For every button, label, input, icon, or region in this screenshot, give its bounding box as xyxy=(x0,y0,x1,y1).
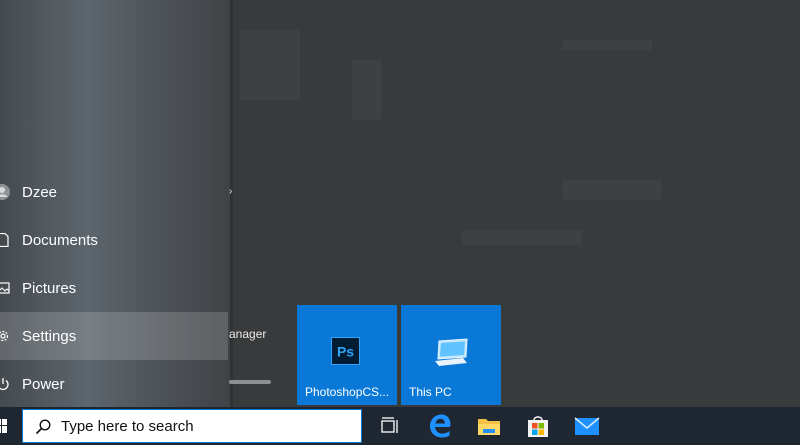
nav-item-documents[interactable]: Documents xyxy=(0,216,228,264)
user-avatar-icon xyxy=(0,184,10,200)
mail-icon[interactable] xyxy=(572,411,602,441)
tile-label: This PC xyxy=(409,385,452,399)
task-view-icon[interactable] xyxy=(375,411,405,441)
nav-item-settings[interactable]: Settings xyxy=(0,312,228,360)
document-icon xyxy=(0,233,9,247)
nav-item-power[interactable]: Power xyxy=(0,360,228,408)
nav-pane-divider xyxy=(230,0,233,407)
nav-item-pictures[interactable]: Pictures xyxy=(0,264,228,312)
photoshop-icon: Ps xyxy=(331,337,360,365)
start-navigation-pane: Dzee Documents Pictures Settings Power xyxy=(0,0,232,407)
file-explorer-icon[interactable] xyxy=(474,411,504,441)
store-icon[interactable] xyxy=(523,411,553,441)
tile-this-pc[interactable]: This PC xyxy=(401,305,501,405)
tile-photoshop[interactable]: Ps PhotoshopCS... xyxy=(297,305,397,405)
app-list-scrollbar[interactable] xyxy=(229,380,271,384)
search-box[interactable]: Type here to search xyxy=(22,409,362,443)
nav-item-label: Dzee xyxy=(22,183,58,201)
list-collapse-chevron-icon: › xyxy=(229,186,233,197)
nav-item-label: Power xyxy=(22,375,65,393)
taskbar: Type here to search xyxy=(0,407,800,445)
windows-start-icon[interactable] xyxy=(0,419,7,433)
search-icon xyxy=(35,419,51,435)
gear-icon xyxy=(0,330,9,342)
pictures-icon xyxy=(0,282,10,294)
nav-item-user[interactable]: Dzee xyxy=(0,168,228,216)
start-menu: Dzee Documents Pictures Settings Power ›… xyxy=(0,0,800,407)
power-icon xyxy=(0,378,9,391)
nav-item-label: Pictures xyxy=(22,279,77,297)
svg-text:Ps: Ps xyxy=(337,344,354,360)
edge-icon[interactable] xyxy=(425,411,455,441)
nav-item-label: Documents xyxy=(22,231,98,249)
computer-icon xyxy=(435,338,468,366)
search-placeholder: Type here to search xyxy=(61,418,194,435)
app-list-item-label[interactable]: anager xyxy=(229,327,266,341)
tile-label: PhotoshopCS... xyxy=(305,385,390,399)
nav-item-label: Settings xyxy=(22,327,77,345)
